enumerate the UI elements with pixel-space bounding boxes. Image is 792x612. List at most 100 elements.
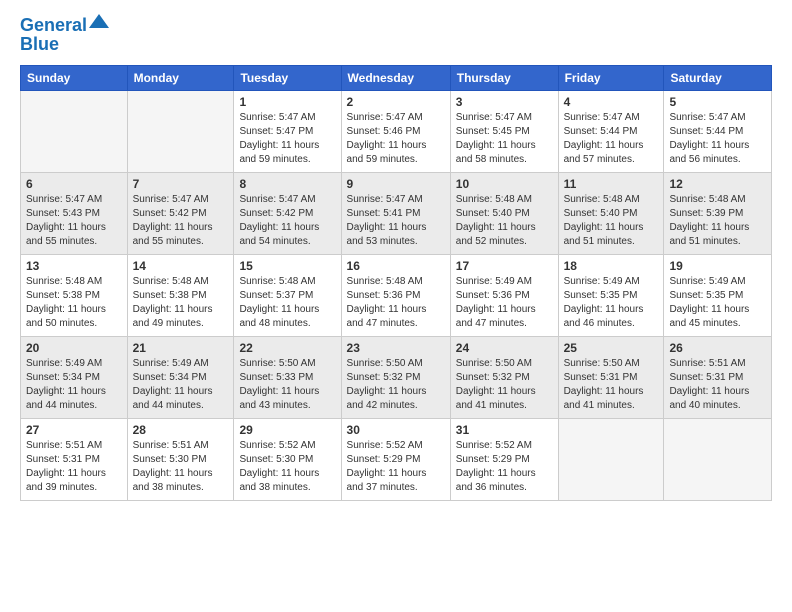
day-number: 26	[669, 341, 766, 355]
day-info: Sunrise: 5:50 AMSunset: 5:32 PMDaylight:…	[347, 357, 445, 413]
day-number: 6	[26, 177, 122, 191]
day-info: Sunrise: 5:47 AMSunset: 5:44 PMDaylight:…	[669, 111, 766, 167]
calendar-cell: 18 Sunrise: 5:49 AMSunset: 5:35 PMDayligh…	[558, 254, 664, 336]
day-number: 16	[347, 259, 445, 273]
calendar-cell: 24 Sunrise: 5:50 AMSunset: 5:32 PMDayligh…	[450, 336, 558, 418]
calendar-cell: 5 Sunrise: 5:47 AMSunset: 5:44 PMDaylight…	[664, 90, 772, 172]
day-number: 21	[133, 341, 229, 355]
day-info: Sunrise: 5:48 AMSunset: 5:38 PMDaylight:…	[133, 275, 229, 331]
day-header-wednesday: Wednesday	[341, 65, 450, 90]
calendar-cell: 12Sunrise: 5:48 AMSunset: 5:39 PMDayligh…	[664, 172, 772, 254]
calendar-week-row: 13 Sunrise: 5:48 AMSunset: 5:38 PMDayligh…	[21, 254, 772, 336]
calendar-cell: 21 Sunrise: 5:49 AMSunset: 5:34 PMDayligh…	[127, 336, 234, 418]
calendar-cell	[664, 418, 772, 500]
day-number: 28	[133, 423, 229, 437]
day-info: Sunrise: 5:49 AMSunset: 5:35 PMDaylight:…	[669, 275, 766, 331]
calendar-cell: 19 Sunrise: 5:49 AMSunset: 5:35 PMDayligh…	[664, 254, 772, 336]
calendar-week-row: 6 Sunrise: 5:47 AMSunset: 5:43 PMDaylight…	[21, 172, 772, 254]
page: General Blue SundayMondayTuesdayWednesda…	[0, 0, 792, 612]
day-info: Sunrise: 5:48 AMSunset: 5:40 PMDaylight:…	[564, 193, 659, 249]
calendar-cell: 1 Sunrise: 5:47 AMSunset: 5:47 PMDaylight…	[234, 90, 341, 172]
day-number: 4	[564, 95, 659, 109]
day-info: Sunrise: 5:50 AMSunset: 5:31 PMDaylight:…	[564, 357, 659, 413]
calendar-cell: 26 Sunrise: 5:51 AMSunset: 5:31 PMDayligh…	[664, 336, 772, 418]
calendar-cell: 20 Sunrise: 5:49 AMSunset: 5:34 PMDayligh…	[21, 336, 128, 418]
calendar-cell: 4 Sunrise: 5:47 AMSunset: 5:44 PMDaylight…	[558, 90, 664, 172]
day-header-monday: Monday	[127, 65, 234, 90]
day-number: 10	[456, 177, 553, 191]
calendar-header-row: SundayMondayTuesdayWednesdayThursdayFrid…	[21, 65, 772, 90]
calendar-cell: 2 Sunrise: 5:47 AMSunset: 5:46 PMDaylight…	[341, 90, 450, 172]
day-number: 3	[456, 95, 553, 109]
day-info: Sunrise: 5:47 AMSunset: 5:44 PMDaylight:…	[564, 111, 659, 167]
day-header-sunday: Sunday	[21, 65, 128, 90]
calendar-week-row: 1 Sunrise: 5:47 AMSunset: 5:47 PMDaylight…	[21, 90, 772, 172]
day-number: 11	[564, 177, 659, 191]
day-info: Sunrise: 5:47 AMSunset: 5:42 PMDaylight:…	[133, 193, 229, 249]
day-number: 1	[239, 95, 335, 109]
calendar-cell: 23 Sunrise: 5:50 AMSunset: 5:32 PMDayligh…	[341, 336, 450, 418]
header: General Blue	[20, 16, 772, 55]
calendar-cell: 10 Sunrise: 5:48 AMSunset: 5:40 PMDayligh…	[450, 172, 558, 254]
day-info: Sunrise: 5:47 AMSunset: 5:46 PMDaylight:…	[347, 111, 445, 167]
calendar-table: SundayMondayTuesdayWednesdayThursdayFrid…	[20, 65, 772, 501]
day-info: Sunrise: 5:50 AMSunset: 5:32 PMDaylight:…	[456, 357, 553, 413]
day-number: 31	[456, 423, 553, 437]
day-number: 19	[669, 259, 766, 273]
day-info: Sunrise: 5:51 AMSunset: 5:30 PMDaylight:…	[133, 439, 229, 495]
calendar-cell: 7Sunrise: 5:47 AMSunset: 5:42 PMDaylight…	[127, 172, 234, 254]
day-info: Sunrise: 5:47 AMSunset: 5:41 PMDaylight:…	[347, 193, 445, 249]
calendar-cell: 17Sunrise: 5:49 AMSunset: 5:36 PMDayligh…	[450, 254, 558, 336]
day-info: Sunrise: 5:47 AMSunset: 5:43 PMDaylight:…	[26, 193, 122, 249]
day-number: 2	[347, 95, 445, 109]
day-info: Sunrise: 5:50 AMSunset: 5:33 PMDaylight:…	[239, 357, 335, 413]
day-number: 27	[26, 423, 122, 437]
calendar-cell: 28 Sunrise: 5:51 AMSunset: 5:30 PMDayligh…	[127, 418, 234, 500]
day-header-tuesday: Tuesday	[234, 65, 341, 90]
calendar-cell	[127, 90, 234, 172]
day-number: 30	[347, 423, 445, 437]
day-number: 8	[239, 177, 335, 191]
logo-icon	[89, 14, 109, 34]
day-number: 17	[456, 259, 553, 273]
day-info: Sunrise: 5:47 AMSunset: 5:47 PMDaylight:…	[239, 111, 335, 167]
calendar-cell	[21, 90, 128, 172]
day-number: 20	[26, 341, 122, 355]
calendar-cell: 16 Sunrise: 5:48 AMSunset: 5:36 PMDayligh…	[341, 254, 450, 336]
calendar-cell: 31Sunrise: 5:52 AMSunset: 5:29 PMDayligh…	[450, 418, 558, 500]
calendar-cell: 29Sunrise: 5:52 AMSunset: 5:30 PMDayligh…	[234, 418, 341, 500]
day-number: 13	[26, 259, 122, 273]
calendar-cell: 11 Sunrise: 5:48 AMSunset: 5:40 PMDayligh…	[558, 172, 664, 254]
day-number: 12	[669, 177, 766, 191]
day-number: 22	[239, 341, 335, 355]
day-info: Sunrise: 5:47 AMSunset: 5:45 PMDaylight:…	[456, 111, 553, 167]
day-info: Sunrise: 5:48 AMSunset: 5:38 PMDaylight:…	[26, 275, 122, 331]
day-info: Sunrise: 5:48 AMSunset: 5:36 PMDaylight:…	[347, 275, 445, 331]
day-header-friday: Friday	[558, 65, 664, 90]
day-number: 5	[669, 95, 766, 109]
calendar-cell: 14Sunrise: 5:48 AMSunset: 5:38 PMDayligh…	[127, 254, 234, 336]
day-number: 18	[564, 259, 659, 273]
day-info: Sunrise: 5:51 AMSunset: 5:31 PMDaylight:…	[26, 439, 122, 495]
calendar-week-row: 27 Sunrise: 5:51 AMSunset: 5:31 PMDayligh…	[21, 418, 772, 500]
calendar-cell: 15Sunrise: 5:48 AMSunset: 5:37 PMDayligh…	[234, 254, 341, 336]
day-number: 23	[347, 341, 445, 355]
calendar-week-row: 20 Sunrise: 5:49 AMSunset: 5:34 PMDayligh…	[21, 336, 772, 418]
day-info: Sunrise: 5:49 AMSunset: 5:34 PMDaylight:…	[133, 357, 229, 413]
day-info: Sunrise: 5:49 AMSunset: 5:34 PMDaylight:…	[26, 357, 122, 413]
day-number: 24	[456, 341, 553, 355]
calendar-cell: 30Sunrise: 5:52 AMSunset: 5:29 PMDayligh…	[341, 418, 450, 500]
day-info: Sunrise: 5:49 AMSunset: 5:35 PMDaylight:…	[564, 275, 659, 331]
logo-text: General	[20, 16, 87, 36]
calendar-cell	[558, 418, 664, 500]
day-info: Sunrise: 5:51 AMSunset: 5:31 PMDaylight:…	[669, 357, 766, 413]
logo: General Blue	[20, 16, 109, 55]
day-info: Sunrise: 5:52 AMSunset: 5:30 PMDaylight:…	[239, 439, 335, 495]
calendar-cell: 22 Sunrise: 5:50 AMSunset: 5:33 PMDayligh…	[234, 336, 341, 418]
day-info: Sunrise: 5:47 AMSunset: 5:42 PMDaylight:…	[239, 193, 335, 249]
day-info: Sunrise: 5:48 AMSunset: 5:40 PMDaylight:…	[456, 193, 553, 249]
calendar-cell: 9 Sunrise: 5:47 AMSunset: 5:41 PMDaylight…	[341, 172, 450, 254]
day-number: 9	[347, 177, 445, 191]
logo-line2: Blue	[20, 34, 109, 55]
day-header-saturday: Saturday	[664, 65, 772, 90]
